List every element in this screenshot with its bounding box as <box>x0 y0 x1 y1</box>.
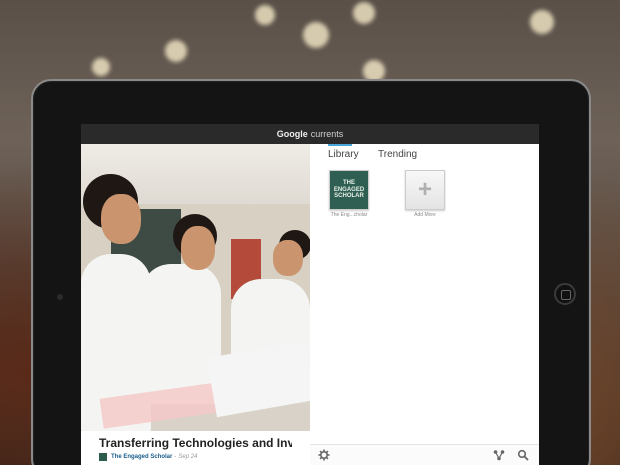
photo-person <box>101 194 141 244</box>
tab-library[interactable]: Library <box>328 144 359 160</box>
bokeh-light <box>353 2 375 24</box>
meta-separator: - <box>174 454 177 460</box>
bokeh-light <box>165 40 187 62</box>
tab-trending[interactable]: Trending <box>378 149 417 160</box>
article-title[interactable]: Transferring Technologies and Invent... <box>99 436 292 450</box>
share-icon[interactable] <box>493 449 505 461</box>
photo-person <box>273 240 303 276</box>
bottom-toolbar <box>310 444 539 465</box>
bokeh-light <box>303 22 329 48</box>
edition-tile[interactable]: THE ENGAGED SCHOLAR The Eng...cholar <box>328 170 370 218</box>
plus-icon[interactable]: + <box>405 170 445 210</box>
app-header: Google currents <box>81 124 539 144</box>
article-photo <box>81 144 310 465</box>
bokeh-light <box>255 5 275 25</box>
article-date: Sep 24 <box>178 454 198 460</box>
article-caption[interactable]: Transferring Technologies and Invent... … <box>81 431 310 465</box>
library-panel: Library Trending THE ENGAGED SCHOLAR The… <box>310 144 539 444</box>
photo-person <box>181 226 215 270</box>
search-icon[interactable] <box>517 449 529 461</box>
gear-icon[interactable] <box>318 449 330 461</box>
article-source[interactable]: The Engaged Scholar <box>111 454 172 460</box>
library-tabs: Library Trending <box>310 144 539 164</box>
featured-article[interactable]: Transferring Technologies and Invent... … <box>81 144 310 465</box>
product-name: currents <box>310 129 344 139</box>
bokeh-light <box>92 58 110 76</box>
home-button[interactable] <box>554 283 576 305</box>
bokeh-light <box>530 10 554 34</box>
source-logo-icon <box>99 453 107 461</box>
edition-thumbnail[interactable]: THE ENGAGED SCHOLAR <box>329 170 369 210</box>
camera <box>57 294 63 300</box>
article-meta: The Engaged Scholar - Sep 24 <box>99 453 292 461</box>
add-more-label: Add More <box>414 212 436 218</box>
brand-name: Google <box>276 129 308 139</box>
add-more-tile[interactable]: + Add More <box>404 170 446 218</box>
app-screen: Google currents Transferring Technologie… <box>81 124 539 465</box>
edition-label: The Eng...cholar <box>330 212 368 218</box>
